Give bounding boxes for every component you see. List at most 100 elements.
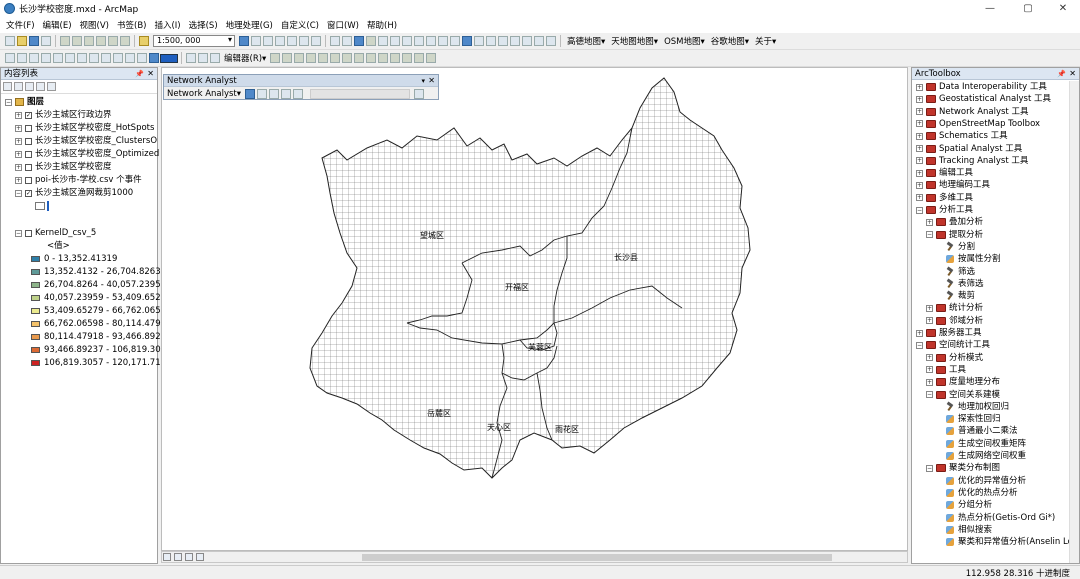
- edit-vertices-icon[interactable]: [342, 53, 353, 63]
- trace-icon[interactable]: [318, 53, 329, 63]
- fill-color-icon[interactable]: [149, 53, 159, 63]
- tianditu-map-menu[interactable]: 天地图地图▾: [611, 35, 658, 47]
- expand-icon[interactable]: +: [15, 124, 22, 132]
- create-features-icon[interactable]: [426, 53, 437, 63]
- about-menu[interactable]: 关于▾: [755, 35, 776, 47]
- zoom-in-icon[interactable]: [330, 36, 340, 46]
- expand-icon[interactable]: +: [15, 111, 22, 119]
- layer-row[interactable]: + 长沙主城区学校密度: [15, 161, 112, 173]
- measure-icon[interactable]: [486, 36, 496, 46]
- arctoolbox-scrollbar[interactable]: [1069, 81, 1079, 563]
- tool-item[interactable]: 地理加权回归: [936, 401, 1009, 413]
- toolbox-item[interactable]: + Network Analyst 工具: [916, 106, 1028, 118]
- layer-visibility-checkbox[interactable]: [25, 229, 32, 237]
- add-data-icon[interactable]: [139, 36, 149, 46]
- collapse-icon[interactable]: −: [916, 341, 923, 349]
- dropdown-icon[interactable]: ▾: [421, 75, 425, 87]
- grid-tool-icon[interactable]: [5, 53, 15, 63]
- tool-item[interactable]: 优化的热点分析: [936, 487, 1018, 499]
- pin-icon[interactable]: 📌: [135, 68, 144, 80]
- reshape-icon[interactable]: [354, 53, 365, 63]
- expand-icon[interactable]: +: [926, 317, 933, 325]
- paste-icon[interactable]: [84, 36, 94, 46]
- menu-selection[interactable]: 选择(S): [189, 19, 218, 31]
- pin-icon[interactable]: 📌: [1057, 68, 1066, 80]
- menu-customize[interactable]: 自定义(C): [281, 19, 319, 31]
- expand-icon[interactable]: +: [916, 83, 923, 91]
- undo-icon[interactable]: [108, 36, 118, 46]
- expand-icon[interactable]: +: [15, 163, 22, 171]
- menu-geoprocessing[interactable]: 地理处理(G): [226, 19, 273, 31]
- fixed-zoom-in-icon[interactable]: [378, 36, 388, 46]
- close-icon[interactable]: ✕: [1069, 68, 1076, 80]
- maximize-button[interactable]: ▢: [1013, 0, 1043, 17]
- collapse-icon[interactable]: −: [15, 189, 22, 197]
- google-map-menu[interactable]: 谷歌地图▾: [711, 35, 749, 47]
- straight-segment-icon[interactable]: [294, 53, 305, 63]
- python-icon[interactable]: [299, 36, 309, 46]
- expand-icon[interactable]: +: [916, 169, 923, 177]
- expand-icon[interactable]: +: [15, 137, 22, 145]
- minimize-button[interactable]: —: [975, 0, 1005, 17]
- layer-row[interactable]: + 长沙主城区学校密度_Optimized: [15, 148, 159, 160]
- toolbox-item[interactable]: − 空间统计工具: [916, 339, 990, 351]
- refresh-icon[interactable]: [185, 553, 193, 561]
- select-elements-icon[interactable]: [450, 36, 460, 46]
- solve-icon[interactable]: [281, 88, 292, 99]
- pause-draw-icon[interactable]: [196, 553, 204, 561]
- collapse-icon[interactable]: −: [926, 391, 933, 398]
- cut-polygons-icon[interactable]: [366, 53, 377, 63]
- find-route-icon[interactable]: [510, 36, 520, 46]
- expand-icon[interactable]: +: [15, 176, 22, 184]
- tool-item[interactable]: 生成空间权重矩阵: [936, 438, 1026, 450]
- tool-item[interactable]: 分组分析: [936, 499, 992, 511]
- toolbox-item[interactable]: + Spatial Analyst 工具: [916, 143, 1022, 155]
- delete-icon[interactable]: [96, 36, 106, 46]
- search-window-icon[interactable]: [275, 36, 285, 46]
- point-icon[interactable]: [330, 53, 341, 63]
- clear-selection-icon[interactable]: [438, 36, 448, 46]
- html-popup-icon[interactable]: [474, 36, 484, 46]
- menu-edit[interactable]: 编辑(E): [43, 19, 72, 31]
- tool-item[interactable]: 表筛选: [936, 278, 984, 290]
- toolset-item[interactable]: + 统计分析: [926, 302, 983, 314]
- expand-icon[interactable]: +: [916, 145, 923, 152]
- expand-icon[interactable]: +: [916, 120, 923, 128]
- layer-row[interactable]: + poi-长沙市-学校.csv 个事件: [15, 174, 142, 186]
- copy-icon[interactable]: [72, 36, 82, 46]
- create-network-location-icon[interactable]: [257, 88, 268, 99]
- toolbox-item[interactable]: + Schematics 工具: [916, 130, 1008, 142]
- edit-annotation-icon[interactable]: [282, 53, 293, 63]
- tool-f-icon[interactable]: [137, 53, 147, 63]
- layer-visibility-checkbox[interactable]: [25, 124, 32, 132]
- edit-tool-icon[interactable]: [270, 53, 281, 63]
- tool-b-icon[interactable]: [89, 53, 99, 63]
- forward-extent-icon[interactable]: [414, 36, 424, 46]
- collapse-icon[interactable]: −: [5, 98, 12, 106]
- select-features-icon[interactable]: [426, 36, 436, 46]
- viewer-window-icon[interactable]: [546, 36, 556, 46]
- network-analyst-window-icon[interactable]: [245, 88, 256, 99]
- tool-a-icon[interactable]: [77, 53, 87, 63]
- expand-icon[interactable]: +: [926, 304, 933, 312]
- close-icon[interactable]: ✕: [428, 75, 435, 87]
- network-analyst-layer-combo[interactable]: [310, 88, 411, 99]
- map-horizontal-scrollbar[interactable]: [161, 551, 908, 563]
- map-view[interactable]: 望城区 长沙县 开福区 芙蓉区 岳麓区 天心区 雨花区: [161, 67, 908, 551]
- expand-icon[interactable]: +: [916, 95, 923, 103]
- build-network-icon[interactable]: [414, 88, 425, 99]
- tool-item[interactable]: 聚类和异常值分析(Anselin Lo: [936, 536, 1073, 548]
- editor-toolbar-icon[interactable]: [239, 36, 249, 46]
- gaode-map-menu[interactable]: 高德地图▾: [567, 35, 605, 47]
- text-tool-icon[interactable]: [186, 53, 196, 63]
- map-canvas[interactable]: 望城区 长沙县 开福区 芙蓉区 岳麓区 天心区 雨花区: [162, 68, 908, 551]
- expand-icon[interactable]: +: [916, 157, 923, 165]
- expand-icon[interactable]: +: [926, 354, 933, 362]
- options-icon[interactable]: [47, 82, 56, 91]
- expand-icon[interactable]: +: [926, 218, 933, 226]
- go-to-xy-icon[interactable]: [522, 36, 532, 46]
- menu-help[interactable]: 帮助(H): [367, 19, 397, 31]
- modelbuilder-icon[interactable]: [311, 36, 321, 46]
- expand-icon[interactable]: +: [916, 329, 923, 337]
- back-extent-icon[interactable]: [402, 36, 412, 46]
